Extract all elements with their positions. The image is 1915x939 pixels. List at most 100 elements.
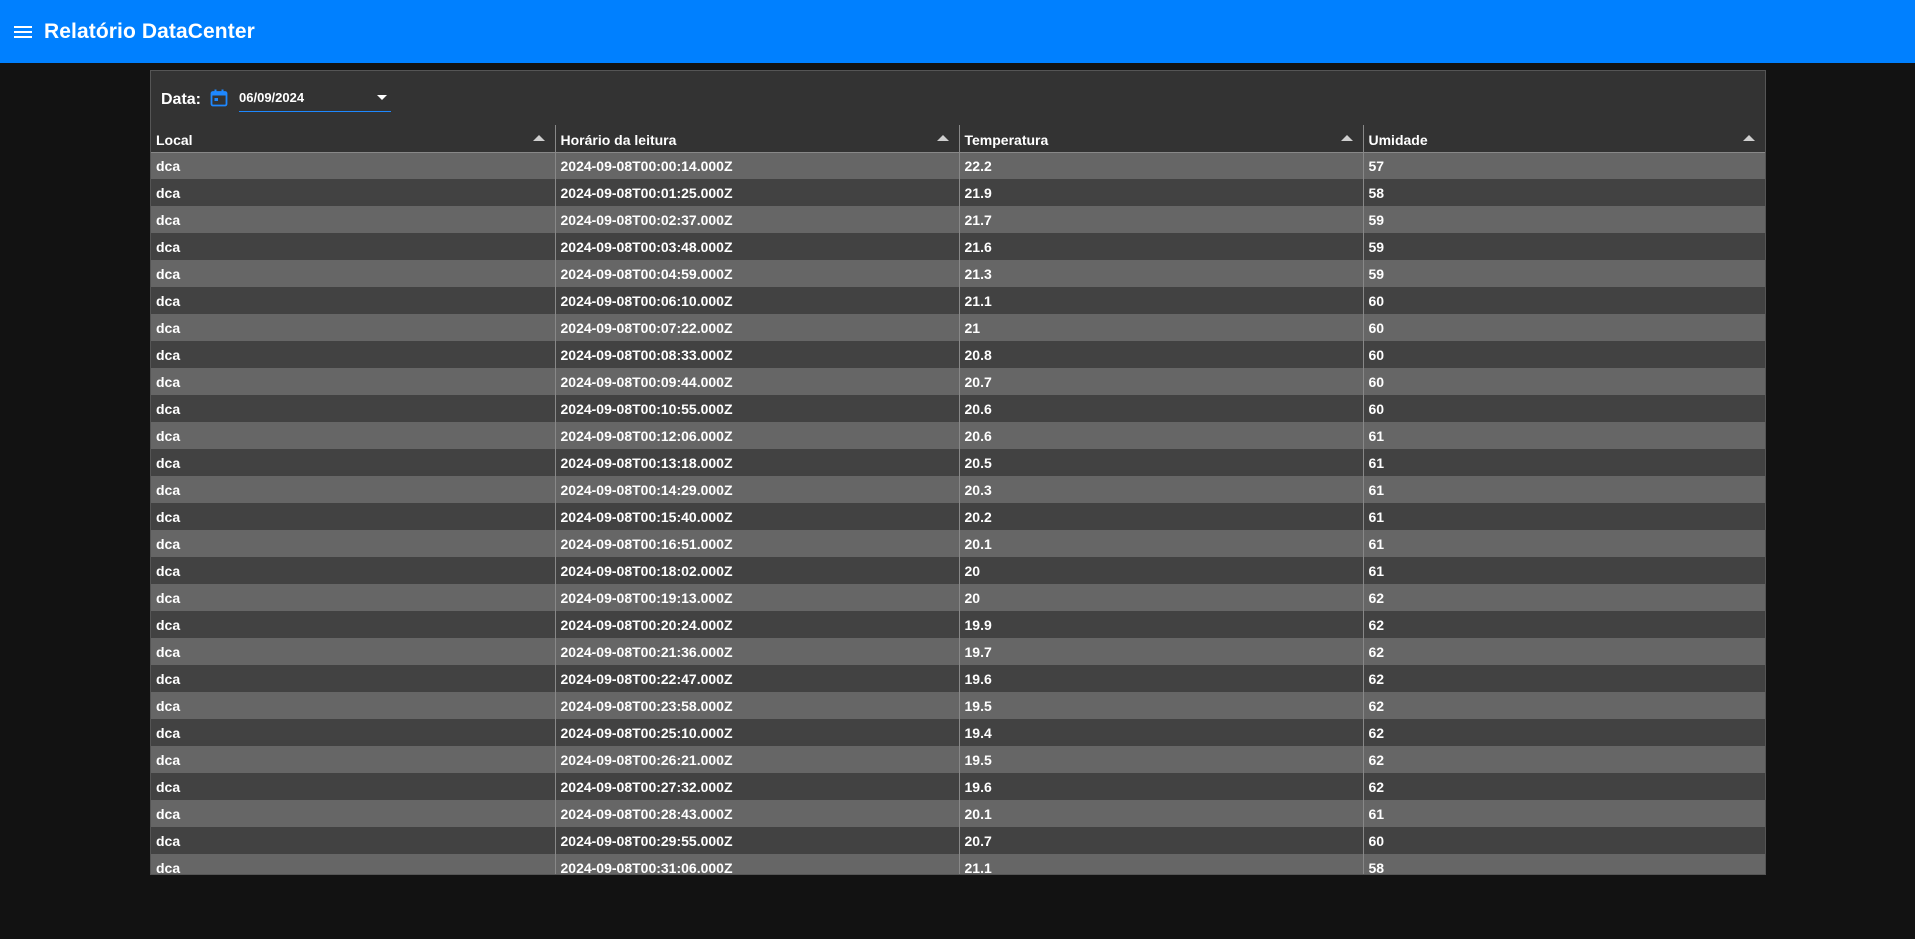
cell-horario: 2024-09-08T00:12:06.000Z: [555, 422, 960, 449]
table-row[interactable]: dca 2024-09-08T00:10:55.000Z 20.6 60: [151, 395, 1765, 422]
table-row[interactable]: dca 2024-09-08T00:09:44.000Z 20.7 60: [151, 368, 1765, 395]
cell-temperatura: 20: [959, 584, 1364, 611]
cell-umidade: 58: [1363, 854, 1765, 874]
calendar-icon[interactable]: [209, 88, 229, 108]
cell-temperatura: 21.7: [959, 206, 1364, 233]
cell-umidade: 61: [1363, 476, 1765, 503]
cell-local: dca: [151, 368, 556, 395]
table-row[interactable]: dca 2024-09-08T00:02:37.000Z 21.7 59: [151, 206, 1765, 233]
cell-local: dca: [151, 341, 556, 368]
sort-ascending-icon[interactable]: [936, 135, 949, 141]
cell-local: dca: [151, 260, 556, 287]
table-row[interactable]: dca 2024-09-08T00:16:51.000Z 20.1 61: [151, 530, 1765, 557]
cell-horario: 2024-09-08T00:14:29.000Z: [555, 476, 960, 503]
cell-local: dca: [151, 179, 556, 206]
table-row[interactable]: dca 2024-09-08T00:00:14.000Z 22.2 57: [151, 152, 1765, 179]
cell-temperatura: 21.6: [959, 233, 1364, 260]
table-row[interactable]: dca 2024-09-08T00:14:29.000Z 20.3 61: [151, 476, 1765, 503]
cell-umidade: 62: [1363, 665, 1765, 692]
cell-horario: 2024-09-08T00:25:10.000Z: [555, 719, 960, 746]
cell-horario: 2024-09-08T00:00:14.000Z: [555, 152, 960, 179]
cell-umidade: 61: [1363, 800, 1765, 827]
cell-horario: 2024-09-08T00:13:18.000Z: [555, 449, 960, 476]
table-row[interactable]: dca 2024-09-08T00:12:06.000Z 20.6 61: [151, 422, 1765, 449]
chevron-down-icon[interactable]: [377, 95, 388, 100]
column-header-temperatura[interactable]: Temperatura: [959, 125, 1364, 153]
cell-temperatura: 20.2: [959, 503, 1364, 530]
table-row[interactable]: dca 2024-09-08T00:28:43.000Z 20.1 61: [151, 800, 1765, 827]
table-row[interactable]: dca 2024-09-08T00:08:33.000Z 20.8 60: [151, 341, 1765, 368]
date-filter: Data: 06/09/2024: [151, 71, 1765, 125]
cell-horario: 2024-09-08T00:29:55.000Z: [555, 827, 960, 854]
table-row[interactable]: dca 2024-09-08T00:31:06.000Z 21.1 58: [151, 854, 1765, 874]
cell-temperatura: 19.6: [959, 773, 1364, 800]
cell-local: dca: [151, 152, 556, 179]
cell-horario: 2024-09-08T00:08:33.000Z: [555, 341, 960, 368]
date-select[interactable]: 06/09/2024: [239, 84, 392, 112]
cell-horario: 2024-09-08T00:21:36.000Z: [555, 638, 960, 665]
cell-local: dca: [151, 719, 556, 746]
sort-ascending-icon[interactable]: [532, 135, 545, 141]
cell-local: dca: [151, 746, 556, 773]
cell-umidade: 59: [1363, 233, 1765, 260]
cell-temperatura: 21: [959, 314, 1364, 341]
sort-ascending-icon[interactable]: [1340, 135, 1353, 141]
cell-umidade: 62: [1363, 746, 1765, 773]
date-value: 06/09/2024: [239, 90, 305, 105]
cell-local: dca: [151, 422, 556, 449]
cell-local: dca: [151, 314, 556, 341]
table-row[interactable]: dca 2024-09-08T00:19:13.000Z 20 62: [151, 584, 1765, 611]
table-row[interactable]: dca 2024-09-08T00:23:58.000Z 19.5 62: [151, 692, 1765, 719]
cell-local: dca: [151, 800, 556, 827]
cell-umidade: 60: [1363, 314, 1765, 341]
table-row[interactable]: dca 2024-09-08T00:06:10.000Z 21.1 60: [151, 287, 1765, 314]
cell-umidade: 62: [1363, 584, 1765, 611]
table-row[interactable]: dca 2024-09-08T00:27:32.000Z 19.6 62: [151, 773, 1765, 800]
cell-umidade: 58: [1363, 179, 1765, 206]
column-header-local[interactable]: Local: [151, 125, 556, 153]
cell-umidade: 61: [1363, 557, 1765, 584]
table-row[interactable]: dca 2024-09-08T00:01:25.000Z 21.9 58: [151, 179, 1765, 206]
cell-local: dca: [151, 476, 556, 503]
cell-temperatura: 20.7: [959, 827, 1364, 854]
cell-local: dca: [151, 611, 556, 638]
cell-local: dca: [151, 827, 556, 854]
cell-horario: 2024-09-08T00:22:47.000Z: [555, 665, 960, 692]
cell-temperatura: 21.9: [959, 179, 1364, 206]
table-header-row: Local Horário da leitura Temperatura Umi…: [151, 125, 1765, 153]
cell-temperatura: 20.1: [959, 800, 1364, 827]
table-row[interactable]: dca 2024-09-08T00:15:40.000Z 20.2 61: [151, 503, 1765, 530]
cell-umidade: 61: [1363, 503, 1765, 530]
cell-horario: 2024-09-08T00:16:51.000Z: [555, 530, 960, 557]
cell-horario: 2024-09-08T00:04:59.000Z: [555, 260, 960, 287]
table-row[interactable]: dca 2024-09-08T00:22:47.000Z 19.6 62: [151, 665, 1765, 692]
cell-temperatura: 20.5: [959, 449, 1364, 476]
table-row[interactable]: dca 2024-09-08T00:25:10.000Z 19.4 62: [151, 719, 1765, 746]
cell-umidade: 60: [1363, 827, 1765, 854]
cell-horario: 2024-09-08T00:10:55.000Z: [555, 395, 960, 422]
table-row[interactable]: dca 2024-09-08T00:26:21.000Z 19.5 62: [151, 746, 1765, 773]
table-row[interactable]: dca 2024-09-08T00:20:24.000Z 19.9 62: [151, 611, 1765, 638]
table-row[interactable]: dca 2024-09-08T00:03:48.000Z 21.6 59: [151, 233, 1765, 260]
table-row[interactable]: dca 2024-09-08T00:07:22.000Z 21 60: [151, 314, 1765, 341]
cell-temperatura: 20: [959, 557, 1364, 584]
cell-umidade: 62: [1363, 692, 1765, 719]
column-header-umidade[interactable]: Umidade: [1363, 125, 1765, 153]
cell-local: dca: [151, 449, 556, 476]
cell-horario: 2024-09-08T00:06:10.000Z: [555, 287, 960, 314]
table-row[interactable]: dca 2024-09-08T00:29:55.000Z 20.7 60: [151, 827, 1765, 854]
cell-temperatura: 21.3: [959, 260, 1364, 287]
column-header-horario[interactable]: Horário da leitura: [555, 125, 960, 153]
cell-temperatura: 20.1: [959, 530, 1364, 557]
cell-local: dca: [151, 233, 556, 260]
app-bar: Relatório DataCenter: [0, 0, 1915, 63]
table-row[interactable]: dca 2024-09-08T00:18:02.000Z 20 61: [151, 557, 1765, 584]
table-row[interactable]: dca 2024-09-08T00:04:59.000Z 21.3 59: [151, 260, 1765, 287]
table-row[interactable]: dca 2024-09-08T00:13:18.000Z 20.5 61: [151, 449, 1765, 476]
table-row[interactable]: dca 2024-09-08T00:21:36.000Z 19.7 62: [151, 638, 1765, 665]
sort-ascending-icon[interactable]: [1743, 135, 1755, 141]
menu-icon[interactable]: [12, 20, 36, 44]
cell-local: dca: [151, 773, 556, 800]
cell-horario: 2024-09-08T00:03:48.000Z: [555, 233, 960, 260]
cell-temperatura: 19.4: [959, 719, 1364, 746]
